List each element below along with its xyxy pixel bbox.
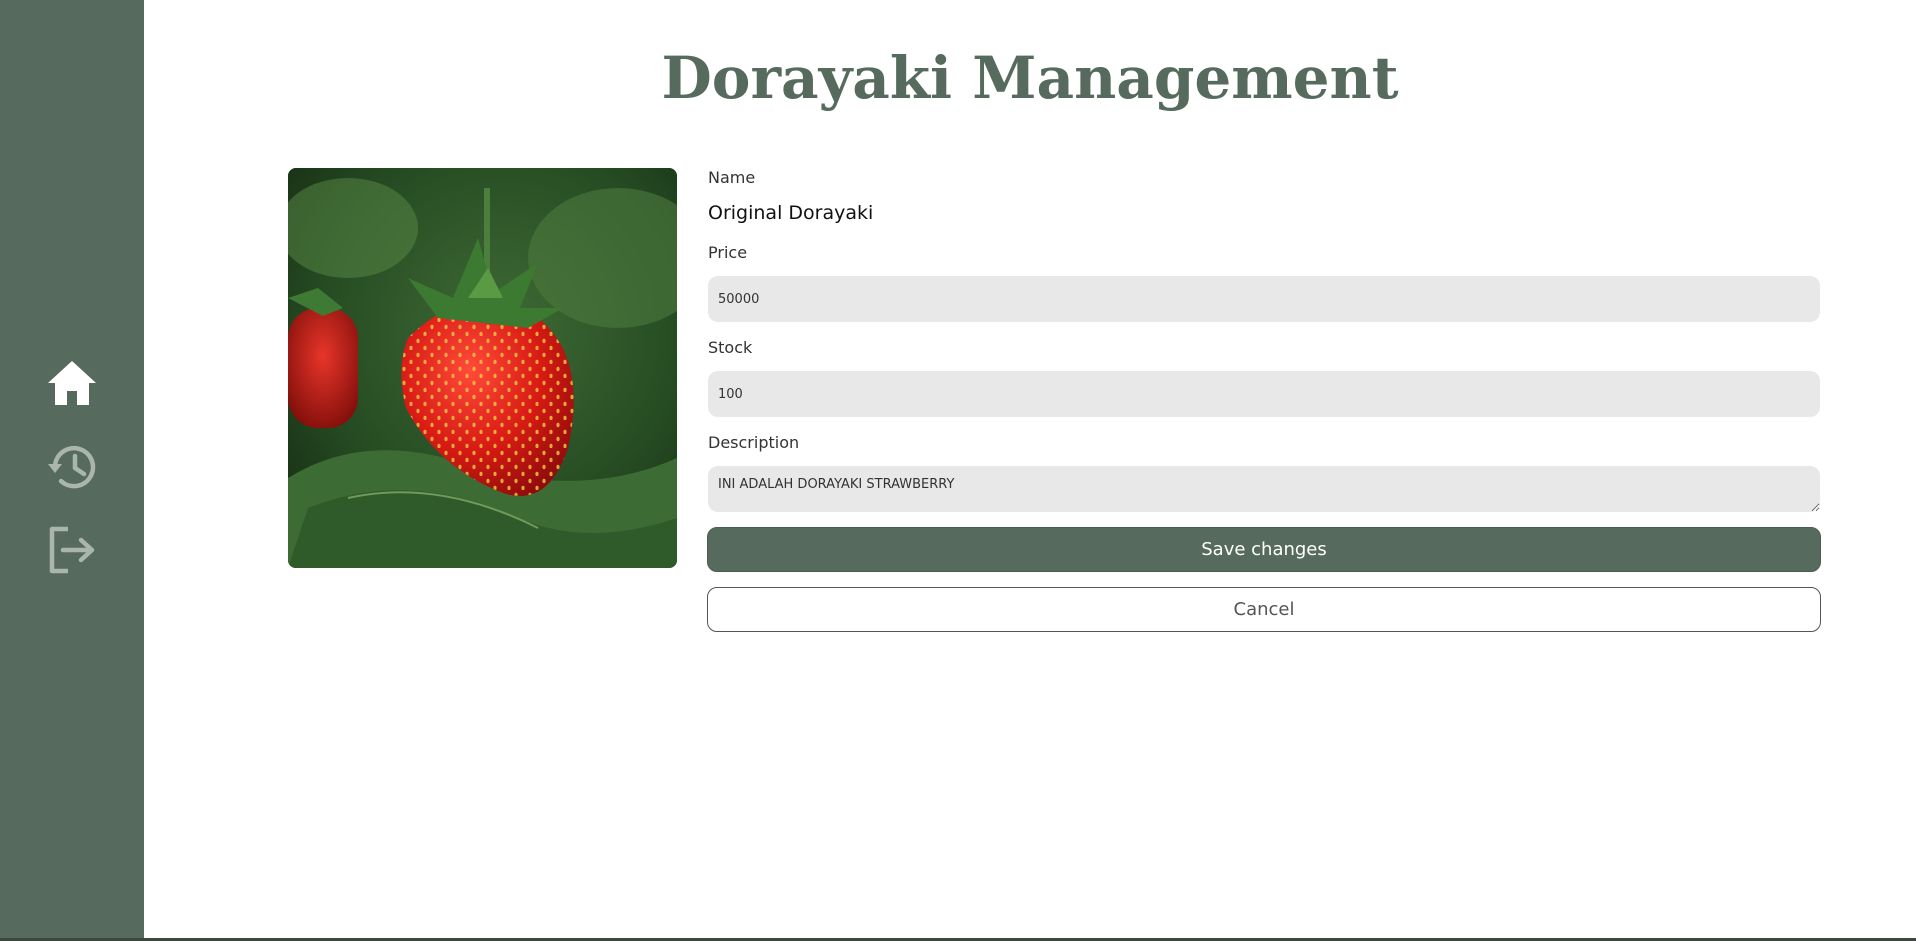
nav-history[interactable]	[46, 441, 98, 493]
history-icon	[48, 445, 96, 489]
page-title: Dorayaki Management	[661, 44, 1399, 112]
product-image	[288, 168, 677, 568]
logout-icon	[49, 526, 95, 574]
main-content: Dorayaki Management Name Original Doraya…	[144, 0, 1916, 941]
cancel-button[interactable]: Cancel	[707, 587, 1821, 632]
name-label: Name	[708, 168, 756, 187]
nav-home[interactable]	[46, 357, 98, 409]
nav-logout[interactable]	[46, 524, 98, 576]
description-textarea[interactable]: INI ADALAH DORAYAKI STRAWBERRY	[708, 466, 1820, 512]
stock-input[interactable]	[708, 371, 1820, 417]
price-input[interactable]	[708, 276, 1820, 322]
home-icon	[48, 361, 96, 405]
strawberry-photo	[288, 168, 677, 568]
price-label: Price	[708, 243, 748, 262]
name-value: Original Dorayaki	[708, 202, 874, 224]
save-changes-button[interactable]: Save changes	[707, 527, 1821, 572]
sidebar	[0, 0, 144, 941]
stock-label: Stock	[708, 338, 753, 357]
description-label: Description	[708, 433, 800, 452]
